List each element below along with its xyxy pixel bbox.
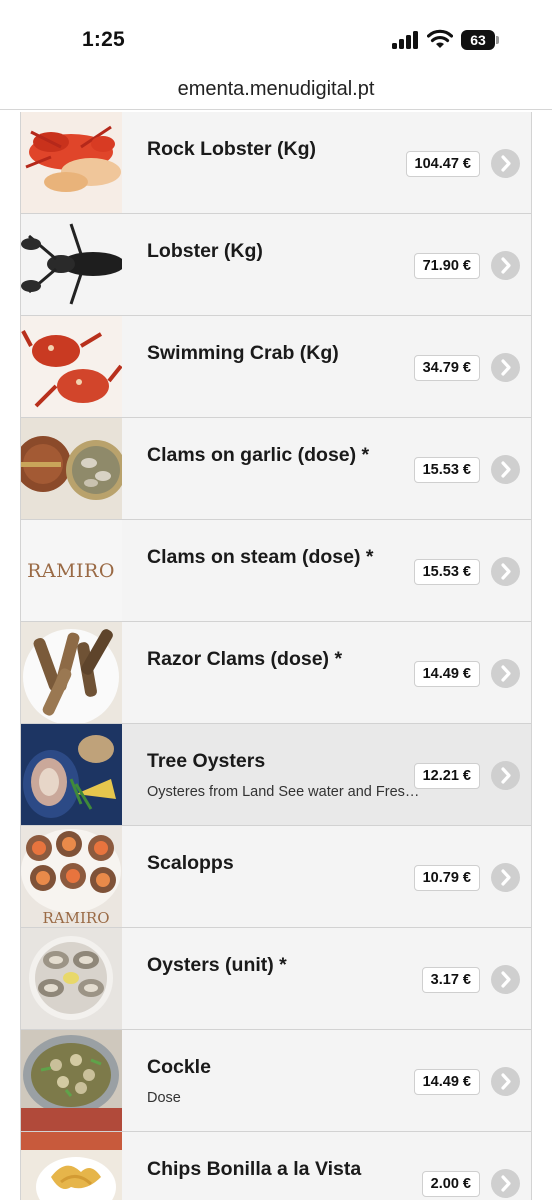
- chevron-right-icon[interactable]: [491, 251, 520, 280]
- menu-item[interactable]: Swimming Crab (Kg) 34.79 €: [21, 316, 531, 418]
- cockle-pot-image: [21, 1030, 122, 1131]
- chevron-right-icon[interactable]: [491, 557, 520, 586]
- item-name: Tree Oysters: [147, 750, 266, 772]
- chevron-right-icon[interactable]: [491, 353, 520, 382]
- svg-text:RAMIRO: RAMIRO: [42, 909, 109, 927]
- price-badge: 10.79 €: [413, 865, 480, 891]
- chevron-right-icon[interactable]: [491, 1067, 520, 1096]
- battery-level: 63: [461, 30, 495, 50]
- oysters-plate-image: [21, 928, 122, 1029]
- menu-item[interactable]: Oysters (unit) * 3.17 €: [21, 928, 531, 1030]
- scallops-image: RAMIRO: [21, 826, 122, 927]
- item-name: Clams on garlic (dose) *: [147, 444, 370, 466]
- chevron-right-icon[interactable]: [491, 863, 520, 892]
- item-name: Clams on steam (dose) *: [147, 546, 374, 568]
- ramiro-logo-image: RAMIRO: [21, 520, 122, 621]
- menu-list: Rock Lobster (Kg) 104.47 € Lobster (Kg) …: [20, 112, 532, 1200]
- chips-image: [21, 1132, 122, 1200]
- cellular-signal-icon: [392, 31, 420, 49]
- price-badge: 2.00 €: [421, 1171, 480, 1197]
- price-badge: 14.49 €: [413, 1069, 480, 1095]
- chevron-right-icon[interactable]: [491, 149, 520, 178]
- price-badge: 14.49 €: [413, 661, 480, 687]
- swimming-crab-image: [21, 316, 122, 417]
- menu-item[interactable]: Tree Oysters Oysteres from Land See wate…: [21, 724, 531, 826]
- item-name: Oysters (unit) *: [147, 954, 287, 976]
- chevron-right-icon[interactable]: [491, 1169, 520, 1198]
- rock-lobster-image: [21, 112, 122, 213]
- item-name: Swimming Crab (Kg): [147, 342, 339, 364]
- item-name: Razor Clams (dose) *: [147, 648, 343, 670]
- price-badge: 15.53 €: [413, 559, 480, 585]
- item-description: Oysteres from Land See water and Fres…: [147, 784, 420, 800]
- item-name: Rock Lobster (Kg): [147, 138, 317, 160]
- clams-garlic-image: [21, 418, 122, 519]
- svg-text:RAMIRO: RAMIRO: [27, 560, 115, 582]
- menu-item[interactable]: Chips Bonilla a la Vista 2.00 €: [21, 1132, 531, 1200]
- browser-address-bar[interactable]: ementa.menudigital.pt: [0, 74, 552, 110]
- status-bar: 1:25 63: [0, 0, 552, 74]
- wifi-icon: [426, 28, 454, 50]
- menu-item[interactable]: Lobster (Kg) 71.90 €: [21, 214, 531, 316]
- item-name: Cockle: [147, 1056, 211, 1078]
- item-name: Scalopps: [147, 852, 234, 874]
- chevron-right-icon[interactable]: [491, 455, 520, 484]
- price-badge: 104.47 €: [405, 151, 480, 177]
- price-badge: 34.79 €: [413, 355, 480, 381]
- menu-item[interactable]: RAMIRO Clams on steam (dose) * 15.53 €: [21, 520, 531, 622]
- item-description: Dose: [147, 1090, 181, 1106]
- chevron-right-icon[interactable]: [491, 965, 520, 994]
- menu-item[interactable]: Rock Lobster (Kg) 104.47 €: [21, 112, 531, 214]
- menu-item[interactable]: Razor Clams (dose) * 14.49 €: [21, 622, 531, 724]
- tree-oysters-image: [21, 724, 122, 825]
- battery-icon: 63: [461, 30, 499, 50]
- item-name: Chips Bonilla a la Vista: [147, 1158, 362, 1180]
- menu-item[interactable]: RAMIRO Scalopps 10.79 €: [21, 826, 531, 928]
- menu-item[interactable]: Clams on garlic (dose) * 15.53 €: [21, 418, 531, 520]
- chevron-right-icon[interactable]: [491, 761, 520, 790]
- price-badge: 15.53 €: [413, 457, 480, 483]
- lobster-image: [21, 214, 122, 315]
- menu-item[interactable]: Cockle Dose 14.49 €: [21, 1030, 531, 1132]
- status-time: 1:25: [82, 28, 125, 51]
- chevron-right-icon[interactable]: [491, 659, 520, 688]
- url-text[interactable]: ementa.menudigital.pt: [0, 78, 552, 101]
- item-name: Lobster (Kg): [147, 240, 263, 262]
- price-badge: 12.21 €: [413, 763, 480, 789]
- price-badge: 3.17 €: [421, 967, 480, 993]
- razor-clams-image: [21, 622, 122, 723]
- price-badge: 71.90 €: [413, 253, 480, 279]
